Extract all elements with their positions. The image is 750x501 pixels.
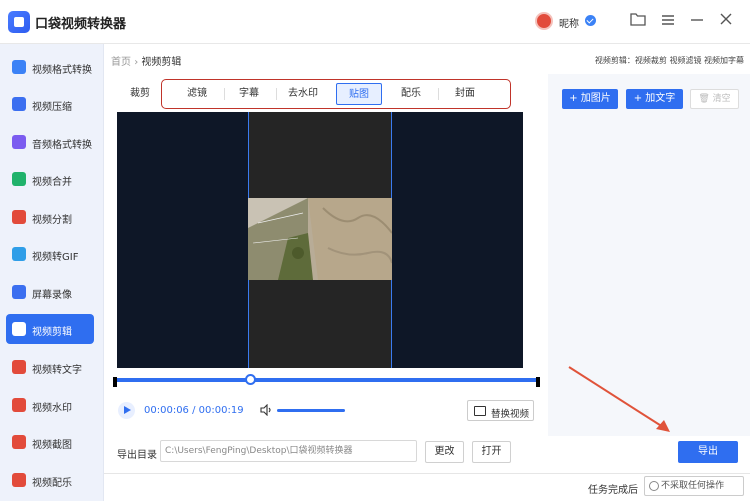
annotation-arrow-icon bbox=[568, 366, 670, 432]
play-button[interactable] bbox=[118, 402, 135, 419]
open-dir-button[interactable]: 打开 bbox=[472, 441, 511, 463]
sidebar-item-gif[interactable]: 视频转GIF bbox=[6, 239, 94, 269]
breadcrumb-home[interactable]: 首页 bbox=[111, 57, 131, 68]
output-dir-label: 导出目录 bbox=[117, 450, 157, 461]
edit-icon bbox=[12, 322, 26, 336]
sidebar-item-label: 视频剪辑 bbox=[32, 327, 72, 338]
add-image-button[interactable]: + 加图片 bbox=[562, 89, 618, 109]
tab-music[interactable]: 配乐 bbox=[388, 83, 434, 105]
breadcrumb-separator: › bbox=[134, 57, 139, 68]
tab-subtitle[interactable]: 字幕 bbox=[226, 83, 272, 105]
time-current: 00:00:06 bbox=[144, 405, 189, 416]
sidebar-item-audio-format[interactable]: 音频格式转换 bbox=[6, 127, 94, 157]
clear-label: 清空 bbox=[712, 94, 731, 104]
sidebar-item-label: 视频截图 bbox=[32, 440, 72, 451]
sidebar-item-to-text[interactable]: 视频转文字 bbox=[6, 352, 94, 382]
close-icon[interactable] bbox=[717, 12, 735, 30]
feature-links[interactable]: 视频剪辑：视频裁剪 视频滤镜 视频加字幕 bbox=[595, 55, 744, 66]
watermark-icon bbox=[12, 398, 26, 412]
replace-video-label: 替换视频 bbox=[491, 409, 530, 420]
app-logo-icon bbox=[8, 11, 30, 33]
sidebar-item-merge[interactable]: 视频合并 bbox=[6, 164, 94, 194]
app-title: 口袋视频转换器 bbox=[35, 17, 127, 32]
split-icon bbox=[12, 210, 26, 224]
replace-video-icon bbox=[474, 406, 486, 416]
verified-badge-icon bbox=[585, 15, 596, 26]
output-path-field[interactable]: C:\Users\FengPing\Desktop\口袋视频转换器 bbox=[160, 440, 417, 462]
sidebar-item-label: 屏幕录像 bbox=[32, 290, 72, 301]
sidebar-item-split[interactable]: 视频分割 bbox=[6, 202, 94, 232]
tab-divider bbox=[224, 88, 225, 100]
timeline-start-handle[interactable] bbox=[113, 377, 117, 387]
minimize-icon[interactable] bbox=[688, 12, 706, 30]
timeline-track[interactable] bbox=[115, 378, 538, 382]
after-done-label: 任务完成后 bbox=[588, 485, 638, 496]
breadcrumb-current: 视频剪辑 bbox=[141, 57, 182, 68]
sidebar-item-music[interactable]: 视频配乐 bbox=[6, 465, 94, 495]
user-name[interactable]: 昵称 bbox=[559, 15, 579, 30]
sidebar-item-label: 视频格式转换 bbox=[32, 65, 92, 76]
export-button[interactable]: 导出 bbox=[678, 441, 738, 463]
user-avatar[interactable] bbox=[535, 12, 553, 30]
gif-icon bbox=[12, 247, 26, 261]
sidebar: 视频格式转换 视频压缩 音频格式转换 视频合并 视频分割 视频转GIF 屏幕录像… bbox=[0, 44, 104, 501]
audio-icon bbox=[12, 135, 26, 149]
volume-slider[interactable] bbox=[277, 409, 345, 412]
sidebar-item-label: 视频压缩 bbox=[32, 102, 72, 113]
record-icon bbox=[12, 285, 26, 299]
tab-cover[interactable]: 封面 bbox=[442, 83, 488, 105]
add-text-button[interactable]: + 加文字 bbox=[626, 89, 683, 109]
breadcrumb: 首页 › 视频剪辑 bbox=[111, 53, 181, 68]
tab-remove-watermark[interactable]: 去水印 bbox=[280, 83, 326, 105]
trash-icon: 🗑 bbox=[698, 94, 710, 104]
merge-icon bbox=[12, 172, 26, 186]
menu-icon[interactable] bbox=[659, 12, 677, 30]
video-thumbnail-image bbox=[248, 198, 392, 280]
highlighted-tab-group: 滤镜 字幕 去水印 贴图 配乐 封面 bbox=[161, 79, 511, 109]
timeline-playhead[interactable] bbox=[245, 374, 257, 385]
tab-filter[interactable]: 滤镜 bbox=[174, 83, 220, 105]
volume-icon[interactable] bbox=[260, 403, 274, 417]
time-total: 00:00:19 bbox=[198, 405, 244, 416]
sidebar-item-label: 视频分割 bbox=[32, 215, 72, 226]
sidebar-item-label: 视频转GIF bbox=[32, 252, 79, 263]
clear-button[interactable]: 🗑 清空 bbox=[690, 89, 739, 109]
title-bar: 口袋视频转换器 昵称 bbox=[0, 0, 750, 44]
sidebar-item-compress[interactable]: 视频压缩 bbox=[6, 89, 94, 119]
after-done-select[interactable]: 不采取任何操作 bbox=[644, 476, 744, 496]
timeline-end-handle[interactable] bbox=[536, 377, 540, 387]
edit-tab-bar: 裁剪 滤镜 字幕 去水印 贴图 配乐 封面 bbox=[117, 79, 523, 109]
time-separator: / bbox=[188, 405, 199, 416]
sidebar-item-label: 视频水印 bbox=[32, 403, 72, 414]
tab-divider bbox=[438, 88, 439, 100]
tab-crop[interactable]: 裁剪 bbox=[121, 83, 159, 105]
compress-icon bbox=[12, 97, 26, 111]
sidebar-item-screenshot[interactable]: 视频截图 bbox=[6, 427, 94, 457]
sidebar-item-record[interactable]: 屏幕录像 bbox=[6, 277, 94, 307]
text-icon bbox=[12, 360, 26, 374]
replace-video-button[interactable]: 替换视频 bbox=[467, 400, 534, 421]
sidebar-item-label: 视频转文字 bbox=[32, 365, 82, 376]
tab-sticker[interactable]: 贴图 bbox=[336, 83, 382, 105]
video-format-icon bbox=[12, 60, 26, 74]
sidebar-item-watermark[interactable]: 视频水印 bbox=[6, 390, 94, 420]
screenshot-icon bbox=[12, 435, 26, 449]
sidebar-item-label: 音频格式转换 bbox=[32, 140, 92, 151]
tab-divider bbox=[276, 88, 277, 100]
music-icon bbox=[12, 473, 26, 487]
sidebar-item-label: 视频合并 bbox=[32, 177, 72, 188]
folder-icon[interactable] bbox=[629, 12, 647, 30]
sidebar-item-edit[interactable]: 视频剪辑 bbox=[6, 314, 94, 344]
change-dir-button[interactable]: 更改 bbox=[425, 441, 464, 463]
sidebar-item-label: 视频配乐 bbox=[32, 478, 72, 489]
sidebar-item-video-format[interactable]: 视频格式转换 bbox=[6, 52, 94, 82]
playback-time: 00:00:06 / 00:00:19 bbox=[144, 405, 244, 416]
